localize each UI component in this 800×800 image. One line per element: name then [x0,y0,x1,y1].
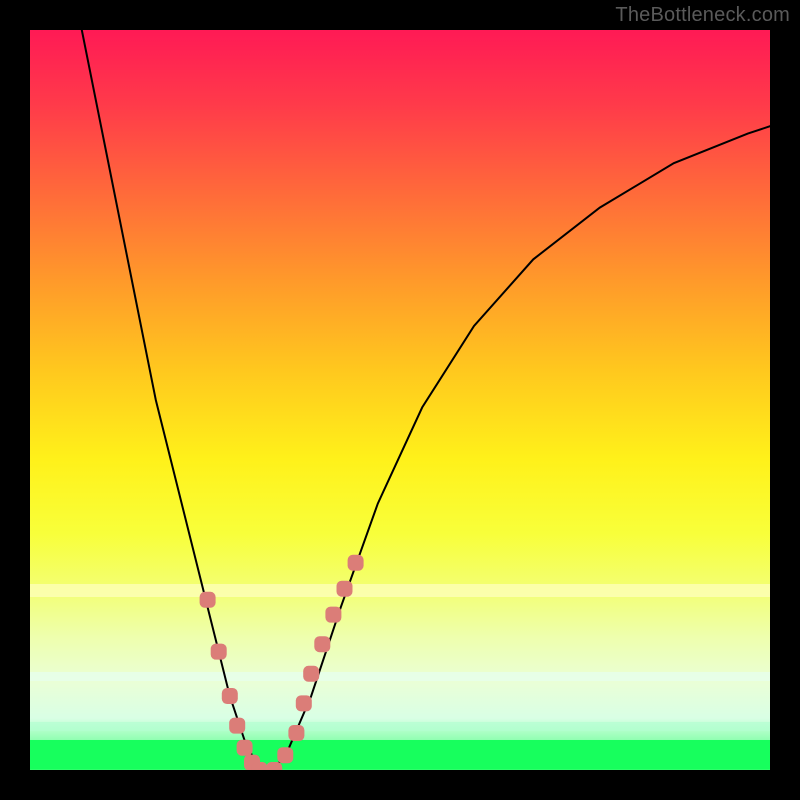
data-marker [237,740,253,756]
data-marker [296,695,312,711]
data-marker [348,555,364,571]
data-marker [303,666,319,682]
data-marker [325,607,341,623]
data-marker [211,644,227,660]
chart-svg [30,30,770,770]
data-marker [288,725,304,741]
plot-area [30,30,770,770]
data-marker [277,747,293,763]
bottleneck-curve [82,30,770,770]
right-marker-group [266,555,363,770]
data-marker [314,636,330,652]
data-marker [266,762,282,770]
chart-frame: TheBottleneck.com [0,0,800,800]
data-marker [337,581,353,597]
data-marker [222,688,238,704]
data-marker [200,592,216,608]
data-marker [251,762,267,770]
data-marker [229,718,245,734]
watermark-text: TheBottleneck.com [615,4,790,27]
